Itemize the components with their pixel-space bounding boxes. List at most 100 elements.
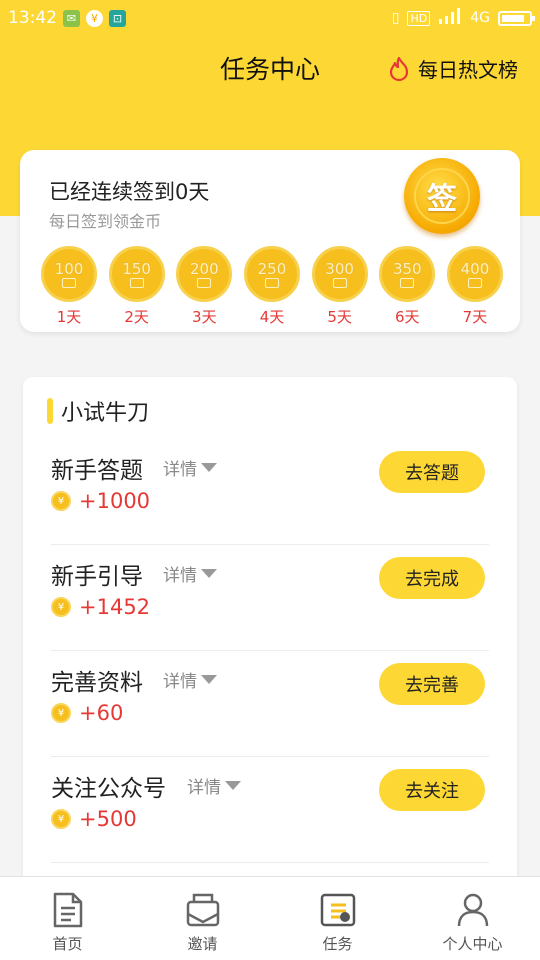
task-detail-toggle[interactable]: 详情	[163, 561, 217, 586]
coin-icon: 250	[243, 246, 300, 302]
day-label: 6天	[395, 308, 420, 326]
coin-stack-icon	[129, 277, 144, 288]
daily-hot-articles-link[interactable]: 每日热文榜	[388, 54, 518, 83]
section-title: 小试牛刀	[61, 401, 150, 426]
caret-down-icon	[201, 675, 217, 684]
caret-down-icon	[201, 569, 217, 578]
task-row: 新手答题 详情 ¥ +1000 去答题	[51, 439, 489, 545]
day-label: 1天	[56, 308, 82, 326]
wechat-icon: ✉	[63, 9, 80, 27]
hot-link-label: 每日热文榜	[418, 58, 518, 82]
task-detail-toggle[interactable]: 详情	[163, 455, 217, 480]
task-reward: ¥ +1452	[51, 595, 150, 619]
signin-card: 已经连续签到0天 每日签到领金币 签 100 1天 150 2天 200 3天 …	[20, 150, 520, 332]
reward-amount: +500	[79, 807, 137, 831]
tab-label: 邀请	[187, 935, 218, 953]
coin-icon: 150	[108, 246, 165, 302]
signin-streak-text: 已经连续签到0天	[49, 180, 210, 204]
hd-badge: HD	[407, 10, 431, 26]
tab-profile[interactable]: 个人中心	[405, 877, 540, 960]
signin-day: 350 6天	[378, 246, 436, 327]
detail-label: 详情	[163, 566, 197, 586]
coin-stack-icon	[467, 277, 482, 288]
coin-stack-icon	[197, 277, 212, 288]
signin-subtitle: 每日签到领金币	[49, 212, 162, 231]
task-reward: ¥ +500	[51, 807, 137, 831]
coin-icon: ¥	[51, 491, 71, 511]
day-coin-amount: 350	[392, 259, 422, 278]
day-coin-amount: 250	[257, 259, 287, 278]
coin-icon: ¥	[51, 809, 71, 829]
task-list-icon	[320, 891, 356, 929]
reward-amount: +1000	[79, 489, 151, 513]
task-row: 关注公众号 详情 ¥ +500 去关注	[51, 757, 489, 863]
signal-icon	[438, 8, 462, 28]
signin-days: 100 1天 150 2天 200 3天 250 4天 300 5天 350 6…	[40, 246, 504, 327]
task-name: 新手引导	[51, 564, 143, 590]
task-action-button[interactable]: 去关注	[379, 769, 485, 811]
day-label: 7天	[462, 308, 488, 326]
coin-icon: ¥	[51, 597, 71, 617]
tab-label: 首页	[52, 935, 83, 953]
day-coin-amount: 200	[189, 259, 219, 278]
signin-day: 400 7天	[446, 246, 504, 327]
task-detail-toggle[interactable]: 详情	[163, 667, 217, 692]
caret-down-icon	[225, 781, 241, 790]
reward-amount: +1452	[79, 595, 151, 619]
coin-icon: 400	[446, 246, 503, 302]
coin-icon: 200	[176, 246, 233, 302]
coin-icon: 300	[311, 246, 368, 302]
tab-tasks[interactable]: 任务	[270, 877, 405, 960]
task-action-button[interactable]: 去完善	[379, 663, 485, 705]
day-coin-amount: 100	[54, 259, 84, 278]
coin-stack-icon	[400, 277, 415, 288]
section-header: 小试牛刀	[47, 395, 149, 427]
task-action-button[interactable]: 去答题	[379, 451, 485, 493]
document-icon	[50, 891, 86, 929]
tab-label: 个人中心	[442, 935, 503, 953]
task-row: 新手引导 详情 ¥ +1452 去完成	[51, 545, 489, 651]
task-name: 完善资料	[51, 670, 143, 696]
day-coin-amount: 300	[325, 259, 354, 278]
task-name: 新手答题	[51, 458, 143, 484]
tab-label: 任务	[322, 935, 353, 953]
signin-day: 250 4天	[243, 246, 301, 327]
detail-label: 详情	[163, 460, 197, 480]
person-icon	[455, 891, 491, 929]
status-bar: 13:42 ✉ ¥ ⊡ ▯ HD 4G	[0, 0, 540, 36]
coin-icon: 350	[379, 246, 436, 302]
coin-app-icon: ¥	[86, 9, 103, 27]
bottom-tab-bar: 首页 邀请 任务 个人中心	[0, 876, 540, 960]
clock: 13:42	[8, 8, 57, 28]
detail-label: 详情	[187, 778, 221, 798]
tab-home[interactable]: 首页	[0, 877, 135, 960]
task-row: 完善资料 详情 ¥ +60 去完善	[51, 651, 489, 757]
caret-down-icon	[201, 463, 217, 472]
task-name: 关注公众号	[51, 776, 166, 802]
network-type: 4G	[470, 10, 490, 26]
battery-icon	[498, 10, 535, 26]
tab-invite[interactable]: 邀请	[135, 877, 270, 960]
section-accent-bar	[47, 398, 53, 424]
signin-button[interactable]: 签	[404, 158, 480, 234]
day-coin-amount: 150	[122, 259, 151, 278]
fire-icon	[388, 56, 410, 81]
task-detail-toggle[interactable]: 详情	[187, 773, 241, 798]
task-reward: ¥ +60	[51, 701, 123, 725]
signin-day: 200 3天	[175, 246, 233, 327]
task-action-button[interactable]: 去完成	[379, 557, 485, 599]
detail-label: 详情	[163, 672, 197, 692]
task-section: 小试牛刀 新手答题 详情 ¥ +1000 去答题 新手引导 详情 ¥ +1452 去…	[23, 377, 517, 897]
day-label: 3天	[192, 308, 217, 326]
signin-day: 300 5天	[311, 246, 369, 327]
day-label: 4天	[259, 308, 285, 326]
signin-day: 100 1天	[40, 246, 98, 327]
coin-icon: 100	[41, 246, 97, 302]
reward-amount: +60	[79, 701, 124, 725]
day-label: 5天	[327, 308, 352, 326]
envelope-icon	[185, 891, 221, 929]
signin-day: 150 2天	[108, 246, 166, 327]
coin-stack-icon	[62, 277, 76, 288]
coin-icon: ¥	[51, 703, 71, 723]
coin-stack-icon	[264, 277, 279, 288]
